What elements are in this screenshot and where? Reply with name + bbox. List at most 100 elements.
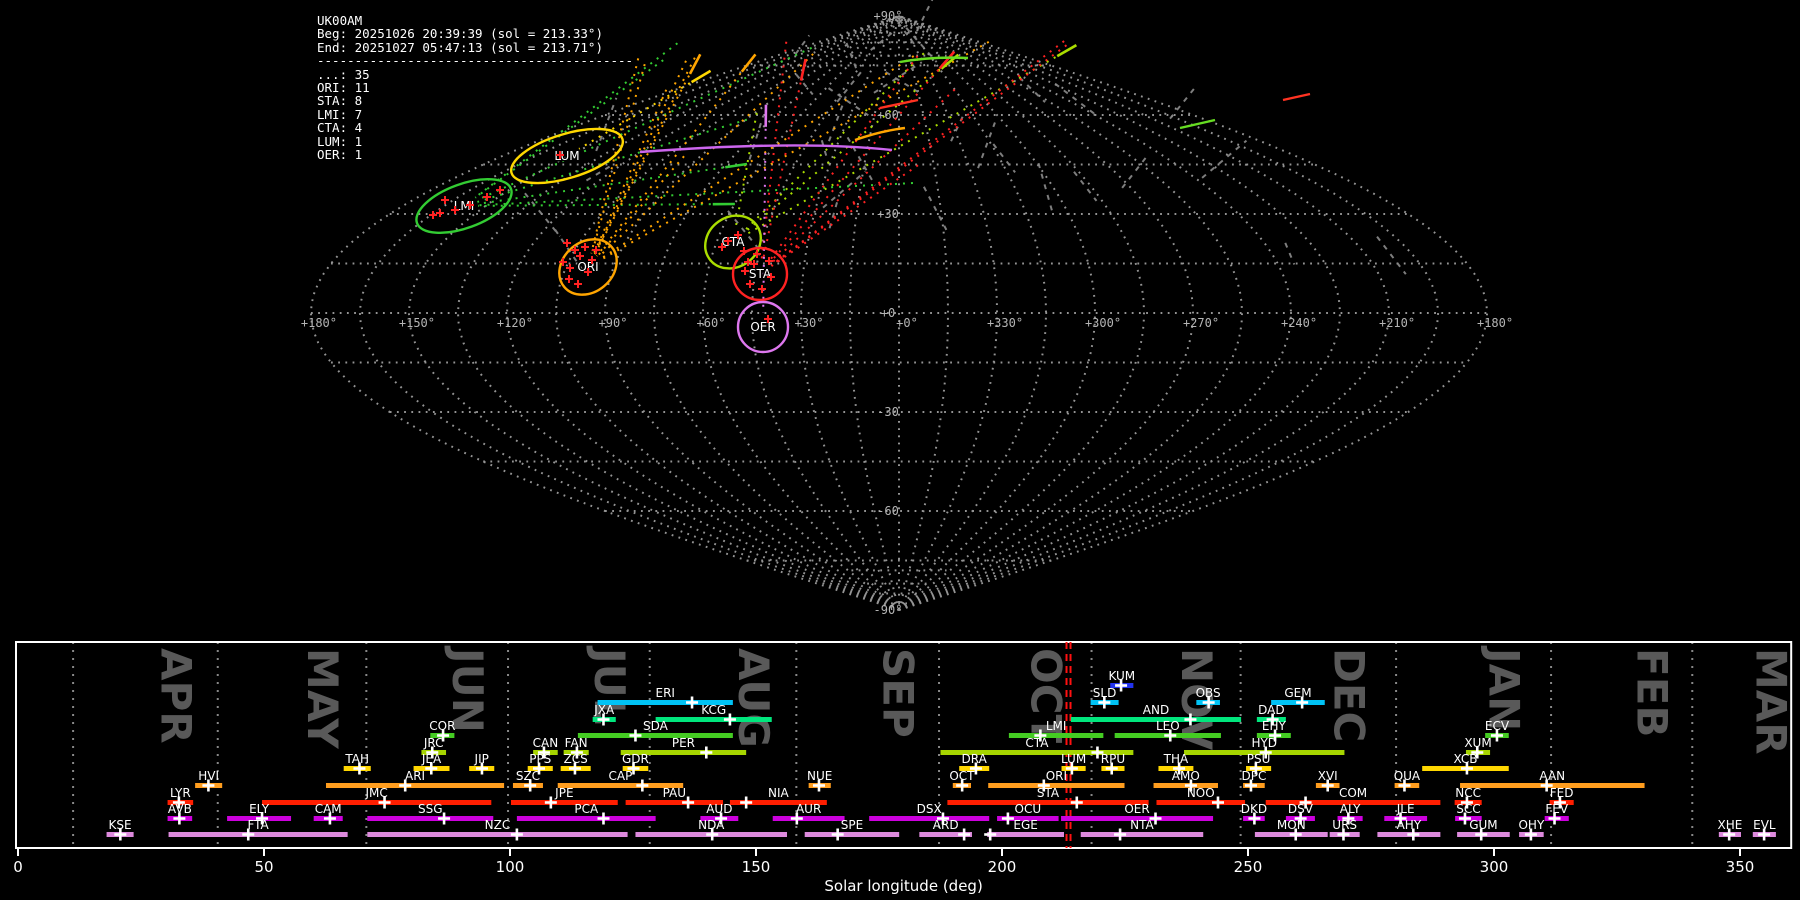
shower-label-AUD: AUD [706, 802, 732, 816]
shower-label-DPC: DPC [1241, 769, 1266, 783]
header-line: LUM: 1 [317, 135, 633, 148]
shower-label-GEM: GEM [1284, 686, 1311, 700]
shower-label-PAU: PAU [663, 786, 686, 800]
shower-label-ELY: ELY [249, 802, 270, 816]
shower-label-TAH: TAH [344, 752, 369, 766]
shower-label-CTA: CTA [1025, 736, 1049, 750]
shower-label-ORI: ORI [1046, 769, 1067, 783]
month-label: MAR [1747, 648, 1796, 755]
shower-bar-PCA [517, 816, 656, 821]
shower-label-HYD: HYD [1251, 736, 1277, 750]
shower-label-AUR: AUR [796, 802, 821, 816]
shower-label-COM: COM [1339, 786, 1367, 800]
shower-bar-SPE [805, 832, 899, 837]
shower-label-NTA: NTA [1130, 818, 1154, 832]
shower-row: AVBELYCAMSSGPCAAUDAURDSXOCUOERDKDDSVALYJ… [168, 802, 1569, 825]
shower-label-SSG: SSG [418, 802, 443, 816]
session-header: UK00AMBeg: 20251026 20:39:39 (sol = 213.… [317, 14, 633, 161]
shower-label-ALY: ALY [1340, 802, 1361, 816]
shower-label-LMI: LMI [1046, 719, 1067, 733]
axis-tick-label: 350 [1726, 858, 1755, 876]
month-label: APR [151, 648, 200, 744]
shower-label-PCA: PCA [574, 802, 599, 816]
header-line: CTA: 4 [317, 121, 633, 134]
header-line: ORI: 11 [317, 81, 633, 94]
shower-label-FTA: FTA [247, 818, 269, 832]
shower-bar-JPE [511, 800, 618, 805]
shower-bar-NOO [1156, 800, 1245, 805]
shower-label-CAN: CAN [533, 736, 559, 750]
header-line: ...: 35 [317, 68, 633, 81]
shower-bar-LMI [1009, 733, 1103, 738]
header-line: Beg: 20251026 20:39:39 (sol = 213.33°) [317, 27, 633, 40]
header-line: End: 20251027 05:47:13 (sol = 213.71°) [317, 41, 633, 54]
shower-label-SZC: SZC [516, 769, 540, 783]
header-line: ----------------------------------------… [317, 54, 633, 67]
shower-label-DSX: DSX [917, 802, 942, 816]
shower-label-AHY: AHY [1397, 818, 1422, 832]
shower-bar-DSX [869, 816, 989, 821]
shower-bar-STA [947, 800, 1148, 805]
shower-label-KCG: KCG [701, 703, 726, 717]
shower-label-SPE: SPE [841, 818, 863, 832]
shower-bar-JMC [262, 800, 491, 805]
month-label: SEP [874, 648, 923, 738]
x-axis: 0 50 100 150 200 250 300 350 Solar longitude (de… [13, 848, 1754, 895]
shower-label-FED: FED [1550, 786, 1574, 800]
axis-tick-label: 250 [1234, 858, 1263, 876]
shower-label-OER: OER [1124, 802, 1149, 816]
shower-label-NZC: NZC [485, 818, 511, 832]
shower-label-NOO: NOO [1187, 786, 1215, 800]
shower-bar-KCG [656, 717, 772, 722]
shower-row: LYRJMCJPEPAUNIASTANOOCOMNCCFED [168, 786, 1574, 809]
shower-label-MON: MON [1277, 818, 1306, 832]
shower-label-ARD: ARD [933, 818, 959, 832]
header-line: OER: 1 [317, 148, 633, 161]
month-label: DEC [1324, 648, 1373, 742]
meteor-radiant-app: +180°+150°+120°+90°+60°+30°+0°+330°+300°… [0, 0, 1800, 900]
shower-label-AND: AND [1143, 703, 1169, 717]
header-line: UK00AM [317, 14, 633, 27]
shower-label-STA: STA [1037, 786, 1060, 800]
shower-label-GUM: GUM [1469, 818, 1497, 832]
shower-label-AMO: AMO [1172, 769, 1200, 783]
shower-bar-FTA [169, 832, 348, 837]
shower-label-EGE: EGE [1013, 818, 1037, 832]
shower-label-NIA: NIA [768, 786, 790, 800]
shower-label-AAN: AAN [1539, 769, 1565, 783]
shower-label-LEO: LEO [1156, 719, 1180, 733]
month-label: AUG [729, 648, 778, 748]
shower-label-XCB: XCB [1453, 752, 1477, 766]
shower-bar-AUR [773, 816, 845, 821]
shower-bar-SSG [367, 816, 493, 821]
shower-bar-EGE [987, 832, 1064, 837]
shower-label-PER: PER [672, 736, 695, 750]
shower-label-DRA: DRA [962, 752, 988, 766]
shower-bar-ARI [326, 783, 504, 788]
shower-label-LYR: LYR [170, 786, 191, 800]
shower-bar-NTA [1081, 832, 1204, 837]
shower-label-CAM: CAM [315, 802, 342, 816]
shower-label-GDR: GDR [622, 752, 649, 766]
shower-label-LUM: LUM [1061, 752, 1086, 766]
axis-tick-label: 0 [13, 858, 23, 876]
header-line: LMI: 7 [317, 108, 633, 121]
shower-bar-SDA [578, 733, 733, 738]
shower-label-FEV: FEV [1545, 802, 1568, 816]
shower-label-OCU: OCU [1015, 802, 1042, 816]
shower-row: HVIARISZCCAPNUEOCTORIAMODPCXVIQUAAAN [195, 769, 1644, 792]
shower-label-ARI: ARI [405, 769, 425, 783]
axis-tick-label: 150 [742, 858, 771, 876]
shower-label-JPE: JPE [554, 786, 573, 800]
shower-label-QUA: QUA [1394, 769, 1421, 783]
activity-timeline: APRMAYJUNJULAUGSEPOCTNOVDECJANFEBMARKUME… [0, 0, 1800, 900]
axis-tick-label: 50 [254, 858, 273, 876]
axis-tick-label: 100 [496, 858, 525, 876]
shower-label-JLE: JLE [1396, 802, 1415, 816]
axis-title: Solar longitude (deg) [824, 877, 982, 895]
shower-label-ERI: ERI [655, 686, 674, 700]
axis-tick-label: 200 [988, 858, 1017, 876]
shower-row: KSEFTANZCNDASPEARDEGENTAMONURSAHYGUMOHYX… [107, 818, 1776, 841]
axis-tick-label: 300 [1480, 858, 1509, 876]
shower-label-CAP: CAP [609, 769, 633, 783]
